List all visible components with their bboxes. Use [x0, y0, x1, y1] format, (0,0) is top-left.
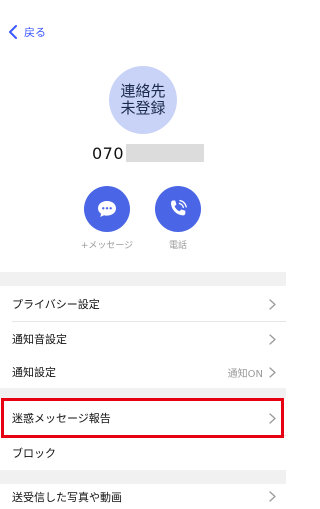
- chevron-right-icon: [269, 366, 276, 378]
- block-label: ブロック: [12, 447, 56, 460]
- message-button-circle[interactable]: [84, 186, 130, 232]
- chevron-right-icon: [269, 298, 276, 310]
- call-button-circle[interactable]: [155, 186, 201, 232]
- notification-settings-label: 通知設定: [12, 366, 56, 379]
- phone-number: 070: [92, 143, 125, 163]
- notification-sound-row[interactable]: 通知音設定: [0, 322, 286, 356]
- chevron-left-icon: [9, 25, 17, 39]
- chevron-right-icon: [269, 333, 276, 345]
- phone-call-icon: [170, 199, 187, 216]
- chevron-right-icon: [269, 491, 276, 502]
- notification-sound-label: 通知音設定: [12, 333, 67, 346]
- section-separator: [0, 470, 286, 484]
- report-spam-label: 迷惑メッセージ報告: [12, 412, 111, 425]
- message-button-label: +メッセージ: [80, 241, 134, 251]
- shared-media-label: 送受信した写真や動画: [12, 490, 122, 504]
- top-nav: 戻る: [0, 0, 286, 60]
- phone-number-row: 070: [92, 143, 205, 163]
- avatar-line1: 連絡先: [120, 82, 166, 100]
- notification-status-value: 通知ON: [227, 368, 263, 380]
- report-spam-row[interactable]: 迷惑メッセージ報告: [0, 401, 286, 435]
- block-row[interactable]: ブロック: [0, 436, 286, 470]
- message-button[interactable]: +メッセージ: [72, 186, 142, 251]
- chevron-right-icon: [269, 412, 276, 424]
- call-button[interactable]: 電話: [143, 186, 213, 251]
- section-separator: [0, 388, 286, 398]
- privacy-settings-row[interactable]: プライバシー設定: [0, 287, 286, 321]
- chat-bubble-icon: [98, 201, 116, 217]
- back-button[interactable]: 戻る: [8, 23, 46, 41]
- privacy-settings-label: プライバシー設定: [12, 298, 100, 311]
- section-separator: [0, 272, 286, 286]
- back-label: 戻る: [24, 26, 46, 39]
- phone-number-redaction: [126, 144, 205, 162]
- avatar-line2: 未登録: [120, 99, 166, 117]
- shared-media-row[interactable]: 送受信した写真や動画: [0, 484, 286, 509]
- notification-settings-row[interactable]: 通知設定 通知ON: [0, 355, 286, 389]
- avatar: 連絡先 未登録: [109, 66, 177, 134]
- call-button-label: 電話: [168, 241, 187, 251]
